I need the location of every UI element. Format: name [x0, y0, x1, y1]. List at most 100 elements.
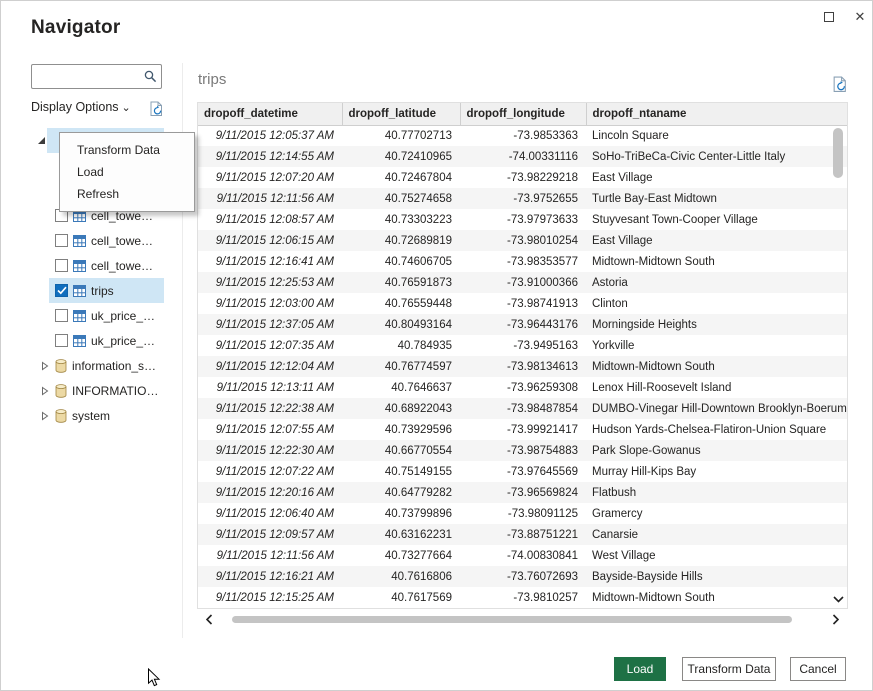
maximize-icon [824, 12, 834, 22]
refresh-preview-icon[interactable] [832, 76, 848, 93]
table-cell: 9/11/2015 12:20:16 AM [198, 482, 342, 503]
table-cell: -73.98741913 [460, 293, 586, 314]
table-icon [73, 235, 86, 247]
vertical-scrollbar-thumb[interactable] [833, 128, 843, 178]
table-cell: 9/11/2015 12:06:15 AM [198, 230, 342, 251]
table-cell: Yorkville [586, 335, 847, 356]
table-cell: 9/11/2015 12:07:20 AM [198, 167, 342, 188]
table-cell: -74.00331116 [460, 146, 586, 167]
scroll-right-icon[interactable] [832, 614, 839, 625]
page-title: Navigator [31, 17, 120, 39]
checkbox-unchecked[interactable] [55, 259, 68, 272]
menu-item-load[interactable]: Load [60, 161, 194, 183]
table-cell: -73.97645569 [460, 461, 586, 482]
tree-item-cell-towe[interactable]: cell_towe… [31, 253, 164, 278]
tree-folder-system[interactable]: system [31, 403, 164, 428]
column-header-dropoff-longitude[interactable]: dropoff_longitude [460, 103, 586, 125]
checkbox-checked[interactable] [55, 284, 68, 297]
tree-item-label: cell_towe… [91, 234, 153, 248]
vertical-scrollbar[interactable] [831, 126, 846, 607]
scroll-left-icon[interactable] [206, 614, 213, 625]
tree-folder-information-s[interactable]: information_s… [31, 353, 164, 378]
close-button[interactable]: ✕ [847, 5, 873, 29]
menu-item-transform-data[interactable]: Transform Data [60, 139, 194, 161]
display-options-dropdown[interactable]: Display Options⌄ [31, 100, 131, 114]
tree-folder-informatio[interactable]: INFORMATIO… [31, 378, 164, 403]
database-icon [55, 384, 67, 398]
table-cell: 40.68922043 [342, 398, 460, 419]
table-row: 9/11/2015 12:12:04 AM40.76774597-73.9813… [198, 356, 847, 377]
table-cell: 40.7646637 [342, 377, 460, 398]
table-cell: -73.98229218 [460, 167, 586, 188]
context-menu: Transform DataLoadRefresh [59, 132, 195, 212]
tree-item-label: uk_price_… [91, 309, 155, 323]
column-header-dropoff-datetime[interactable]: dropoff_datetime [198, 103, 342, 125]
table-row: 9/11/2015 12:25:53 AM40.76591873-73.9100… [198, 272, 847, 293]
table-cell: 40.76591873 [342, 272, 460, 293]
horizontal-scrollbar-thumb[interactable] [232, 616, 792, 623]
scroll-down-icon[interactable] [833, 596, 844, 603]
table-cell: 9/11/2015 12:07:55 AM [198, 419, 342, 440]
table-cell: Midtown-Midtown South [586, 356, 847, 377]
tree-item-uk-price[interactable]: uk_price_… [31, 328, 164, 353]
table-cell: Morningside Heights [586, 314, 847, 335]
table-cell: 40.73303223 [342, 209, 460, 230]
tree-folder-label: INFORMATIO… [72, 384, 158, 398]
collapsed-arrow-icon[interactable] [41, 386, 49, 396]
table-cell: 9/11/2015 12:14:55 AM [198, 146, 342, 167]
table-cell: 9/11/2015 12:07:22 AM [198, 461, 342, 482]
table-cell: -73.98091125 [460, 503, 586, 524]
table-cell: -73.96259308 [460, 377, 586, 398]
table-cell: -73.98353577 [460, 251, 586, 272]
table-cell: Clinton [586, 293, 847, 314]
table-cell: 9/11/2015 12:15:25 AM [198, 587, 342, 608]
menu-item-refresh[interactable]: Refresh [60, 183, 194, 205]
checkbox-unchecked[interactable] [55, 309, 68, 322]
preview-title: trips [198, 71, 226, 88]
tree-item-trips[interactable]: trips [31, 278, 164, 303]
table-cell: 40.7617569 [342, 587, 460, 608]
table-cell: 40.63162231 [342, 524, 460, 545]
tree-item-cell-towe[interactable]: cell_towe… [31, 228, 164, 253]
table-row: 9/11/2015 12:14:55 AM40.72410965-74.0033… [198, 146, 847, 167]
table-cell: -73.91000366 [460, 272, 586, 293]
collapsed-arrow-icon[interactable] [41, 361, 49, 371]
table-cell: Flatbush [586, 482, 847, 503]
transform-data-button[interactable]: Transform Data [682, 657, 776, 681]
table-cell: -73.98010254 [460, 230, 586, 251]
display-options-row: Display Options⌄ [31, 100, 164, 120]
table-icon [73, 260, 86, 272]
tree-item-label: cell_towe… [91, 259, 153, 273]
collapsed-arrow-icon[interactable] [41, 411, 49, 421]
tree-item-uk-price[interactable]: uk_price_… [31, 303, 164, 328]
cancel-button[interactable]: Cancel [790, 657, 846, 681]
table-cell: 40.66770554 [342, 440, 460, 461]
table-cell: 9/11/2015 12:06:40 AM [198, 503, 342, 524]
table-row: 9/11/2015 12:09:57 AM40.63162231-73.8875… [198, 524, 847, 545]
checkbox-unchecked[interactable] [55, 234, 68, 247]
mouse-cursor [147, 668, 161, 688]
checkbox-unchecked[interactable] [55, 334, 68, 347]
search-icon[interactable] [144, 70, 157, 83]
horizontal-scrollbar[interactable] [198, 611, 847, 628]
table-cell: -74.00830841 [460, 545, 586, 566]
table-icon [73, 285, 86, 297]
search-input[interactable] [37, 67, 139, 86]
refresh-list-icon[interactable] [149, 101, 164, 117]
table-row: 9/11/2015 12:16:41 AM40.74606705-73.9835… [198, 251, 847, 272]
table-cell: 9/11/2015 12:16:21 AM [198, 566, 342, 587]
column-header-dropoff-ntaname[interactable]: dropoff_ntaname [586, 103, 847, 125]
maximize-button[interactable] [816, 5, 842, 29]
table-cell: 9/11/2015 12:03:00 AM [198, 293, 342, 314]
table-cell: 40.77702713 [342, 125, 460, 146]
tree-folder-label: system [72, 409, 110, 423]
load-button[interactable]: Load [614, 657, 666, 681]
table-row: 9/11/2015 12:08:57 AM40.73303223-73.9797… [198, 209, 847, 230]
table-cell: 40.75274658 [342, 188, 460, 209]
table-cell: -73.9752655 [460, 188, 586, 209]
column-header-dropoff-latitude[interactable]: dropoff_latitude [342, 103, 460, 125]
expanded-arrow-icon[interactable] [37, 136, 46, 145]
tree-table-list: cell_towe…cell_towe…cell_towe…tripsuk_pr… [31, 203, 164, 353]
table-cell: Turtle Bay-East Midtown [586, 188, 847, 209]
table-cell: DUMBO-Vinegar Hill-Downtown Brooklyn-Boe… [586, 398, 847, 419]
